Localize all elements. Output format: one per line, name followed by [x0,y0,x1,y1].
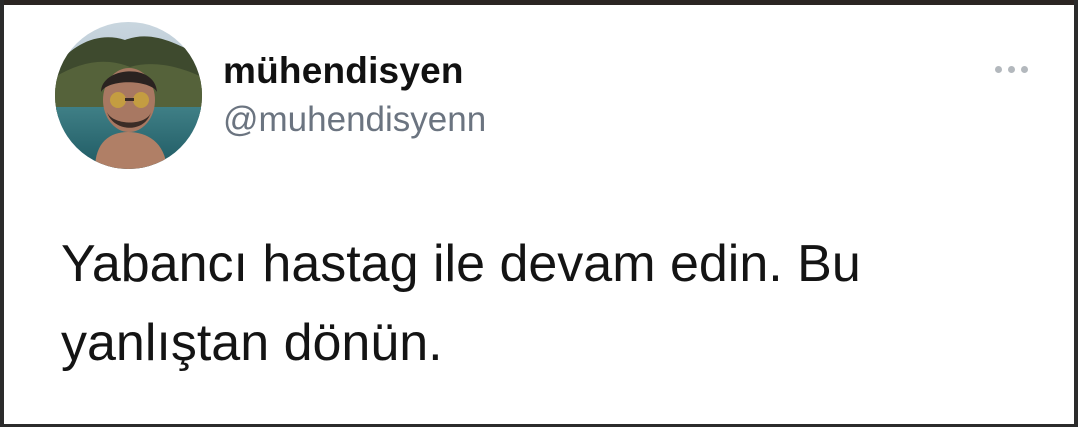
tweet-card: mühendisyen @muhendisyenn Yabancı hastag… [0,0,1078,427]
more-horizontal-icon [1007,65,1015,73]
tweet-text: Yabancı hastag ile devam edin. Bu yanlış… [61,225,1021,383]
top-border [4,0,1074,5]
more-options-button[interactable] [987,57,1035,81]
author-display-name[interactable]: mühendisyen [223,52,464,89]
tweet-text-line: yanlıştan dönün. [61,314,443,372]
avatar-photo [55,22,202,169]
author-handle[interactable]: @muhendisyenn [223,102,486,137]
avatar[interactable] [55,22,202,169]
more-horizontal-icon [1020,65,1028,73]
more-horizontal-icon [994,65,1002,73]
tweet-text-line: Yabancı hastag ile devam edin. Bu [61,235,861,293]
